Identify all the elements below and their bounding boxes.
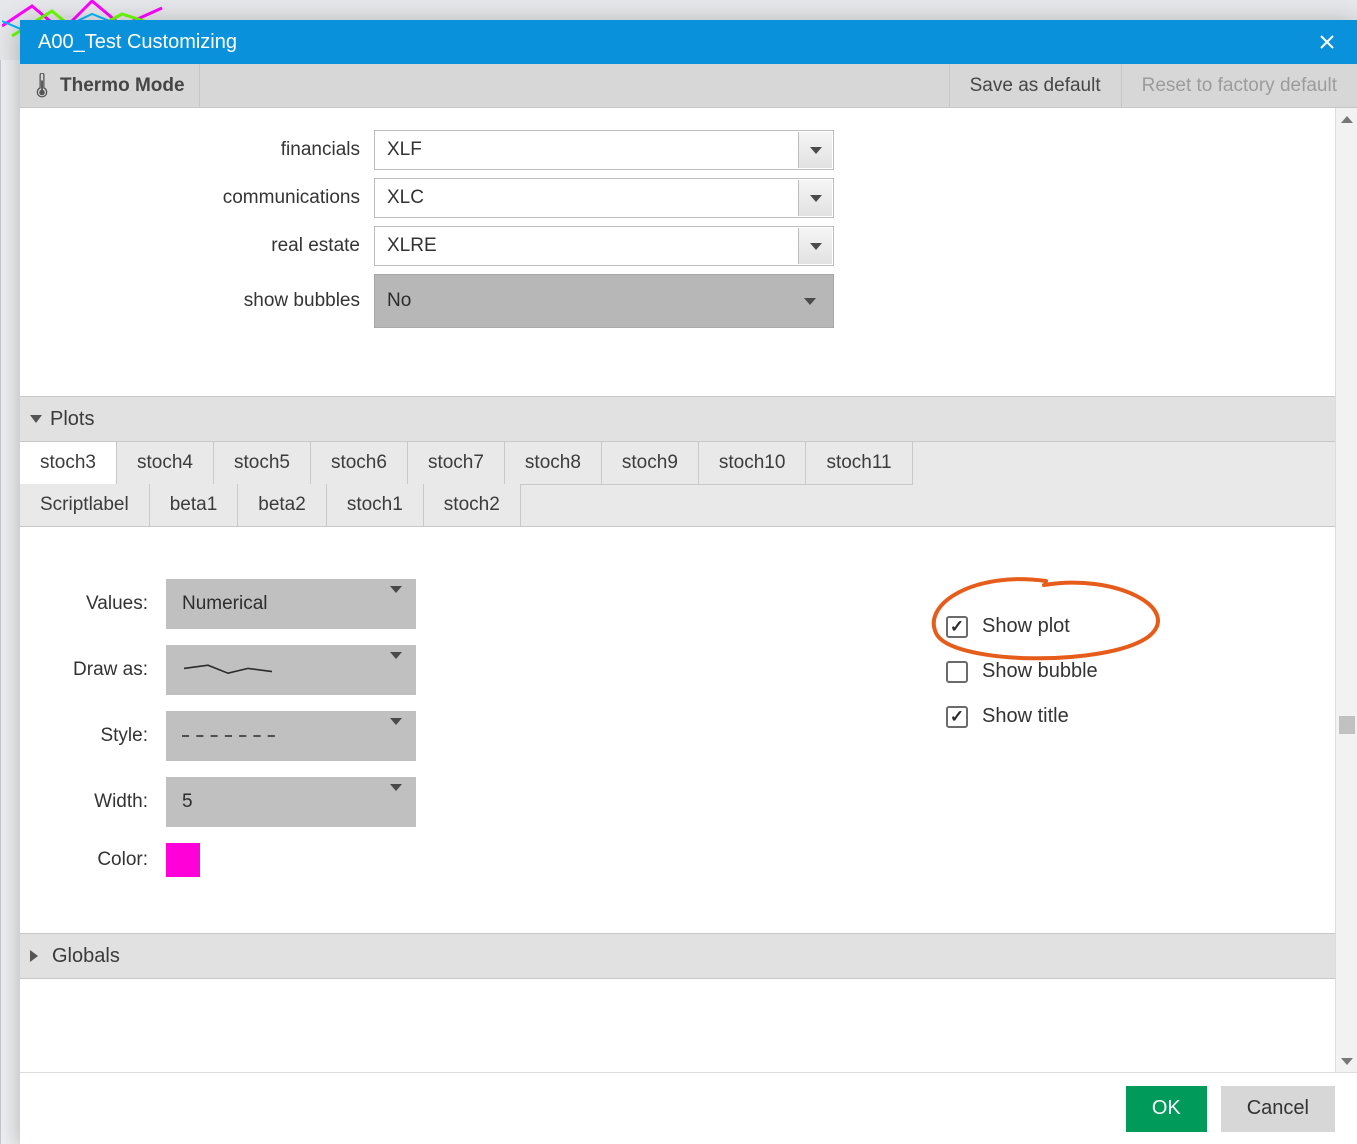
values-label: Values: [48,593,148,615]
titlebar: A00_Test Customizing [20,20,1357,64]
width-value: 5 [182,791,193,813]
show-title-label: Show title [982,705,1069,728]
tab-stoch9[interactable]: stoch9 [602,442,699,485]
width-label: Width: [48,791,148,813]
toolbar: Thermo Mode Save as default Reset to fac… [20,64,1357,108]
drawas-label: Draw as: [48,659,148,681]
chevron-down-icon [390,593,402,615]
drawas-select[interactable] [166,645,416,695]
tab-stoch6[interactable]: stoch6 [311,442,408,485]
tab-stoch10[interactable]: stoch10 [699,442,807,485]
ok-button[interactable]: OK [1126,1086,1207,1132]
financials-select[interactable]: XLF [374,130,834,170]
dialog-title: A00_Test Customizing [38,31,237,54]
chevron-down-icon [30,415,42,423]
color-picker[interactable] [166,843,200,877]
financials-value: XLF [387,139,422,161]
chevron-down-icon [799,276,821,326]
showbubbles-label: show bubbles [40,290,360,312]
plot-tabs: stoch3 stoch4 stoch5 stoch6 stoch7 stoch… [20,442,1335,527]
show-title-checkbox[interactable] [946,706,968,728]
reset-factory-button: Reset to factory default [1121,64,1357,107]
globals-section-header[interactable]: Globals [20,933,1335,979]
chevron-down-icon [798,180,832,216]
realestate-select[interactable]: XLRE [374,226,834,266]
style-select[interactable] [166,711,416,761]
show-bubble-label: Show bubble [982,660,1098,683]
save-default-button[interactable]: Save as default [949,64,1121,107]
show-bubble-row: Show bubble [946,660,1307,683]
realestate-label: real estate [40,235,360,257]
plots-section-header[interactable]: Plots [20,396,1335,442]
thermo-mode-label: Thermo Mode [60,75,185,97]
dialog-content: financials XLF communications XLC real e… [20,108,1357,1072]
dash-style-icon [182,728,282,744]
values-value: Numerical [182,593,268,615]
tab-beta1[interactable]: beta1 [150,484,239,527]
communications-select[interactable]: XLC [374,178,834,218]
tab-scriptlabel[interactable]: Scriptlabel [20,484,150,527]
close-icon [1319,34,1335,50]
app-screen: A00_Test Customizing Thermo Mode Save as… [0,0,1357,1144]
plots-section-title: Plots [50,408,94,431]
tab-stoch5[interactable]: stoch5 [214,442,311,485]
dialog-footer: OK Cancel [20,1072,1357,1144]
style-label: Style: [48,725,148,747]
financials-label: financials [40,139,360,161]
tab-stoch11[interactable]: stoch11 [806,442,912,485]
show-plot-row: Show plot [946,615,1307,638]
showbubbles-select[interactable]: No [374,274,834,328]
scroll-down-arrow[interactable] [1336,1050,1357,1072]
show-plot-label: Show plot [982,615,1070,638]
width-select[interactable]: 5 [166,777,416,827]
chevron-down-icon [390,791,402,813]
thermo-mode-button[interactable]: Thermo Mode [20,64,200,107]
thermometer-icon [34,73,50,99]
vertical-scrollbar[interactable] [1335,108,1357,1072]
chevron-right-icon [30,950,44,962]
tab-stoch1[interactable]: stoch1 [327,484,424,527]
tab-stoch8[interactable]: stoch8 [505,442,602,485]
tab-stoch3[interactable]: stoch3 [20,442,117,485]
realestate-value: XLRE [387,235,437,257]
tab-beta2[interactable]: beta2 [238,484,327,527]
showbubbles-value: No [387,290,411,312]
communications-value: XLC [387,187,424,209]
close-button[interactable] [1315,30,1339,54]
cancel-button[interactable]: Cancel [1221,1086,1335,1132]
values-select[interactable]: Numerical [166,579,416,629]
scroll-up-arrow[interactable] [1336,108,1357,130]
chevron-down-icon [390,659,402,681]
communications-label: communications [40,187,360,209]
chevron-down-icon [390,725,402,747]
show-bubble-checkbox[interactable] [946,661,968,683]
form-section: financials XLF communications XLC real e… [20,108,1335,396]
chevron-down-icon [798,228,832,264]
tab-stoch4[interactable]: stoch4 [117,442,214,485]
left-gutter [0,60,20,1144]
show-plot-checkbox[interactable] [946,616,968,638]
globals-section-title: Globals [52,945,120,968]
line-style-icon [182,662,282,678]
tab-stoch7[interactable]: stoch7 [408,442,505,485]
show-title-row: Show title [946,705,1307,728]
scroll-area: financials XLF communications XLC real e… [20,108,1335,1072]
plot-settings: Values: Numerical Draw as: [20,527,1335,933]
color-label: Color: [48,849,148,871]
scroll-handle[interactable] [1339,716,1355,734]
tab-stoch2[interactable]: stoch2 [424,484,521,527]
chevron-down-icon [798,132,832,168]
customizing-dialog: A00_Test Customizing Thermo Mode Save as… [20,20,1357,1144]
